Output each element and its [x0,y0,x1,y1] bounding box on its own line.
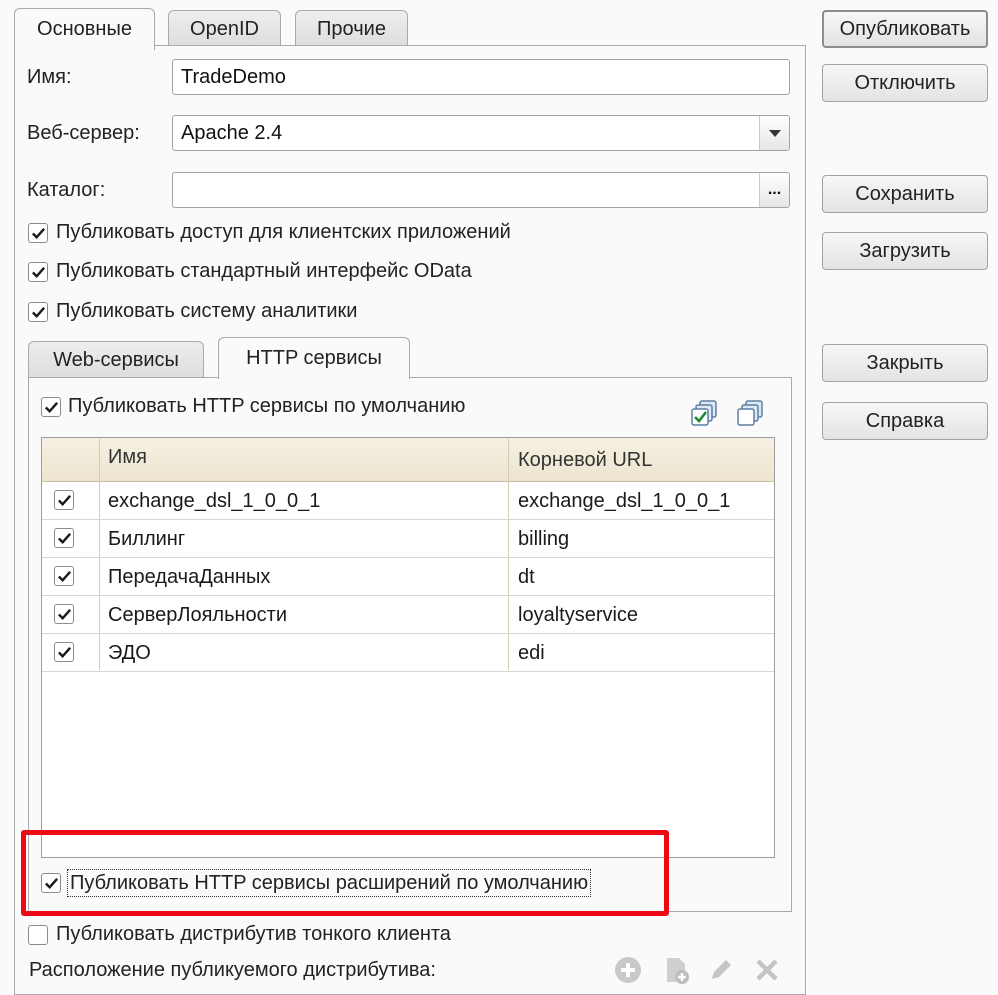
row-checkbox[interactable] [54,528,74,548]
browse-button[interactable]: ... [759,173,789,207]
row-checkbox[interactable] [54,566,74,586]
checkmark-icon [31,266,45,278]
row-url: billing [518,527,570,550]
tab-http-services[interactable]: HTTP сервисы [218,337,410,379]
tab-web-services[interactable]: Web-сервисы [28,341,204,379]
http-services-table[interactable]: Имя Корневой URL exchange_dsl_1_0_0_1 ex… [41,437,775,858]
row-checkbox[interactable] [54,604,74,624]
checkmark-icon [57,646,71,658]
thin-client-label: Публиковать дистрибутив тонкого клиента [56,923,451,945]
http-default-checkbox[interactable] [41,397,61,417]
delete-icon[interactable] [752,955,782,985]
close-icon [756,959,778,981]
http-extensions-label[interactable]: Публиковать HTTP сервисы расширений по у… [67,869,592,897]
odata-label: Публиковать стандартный интерфейс OData [56,260,472,282]
close-button[interactable]: Закрыть [822,344,988,382]
copy-icon[interactable] [660,955,692,985]
table-row[interactable]: Биллинг billing [42,520,774,558]
http-default-label: Публиковать HTTP сервисы по умолчанию [68,395,466,417]
table-row[interactable]: СерверЛояльности loyaltyservice [42,596,774,634]
row-name: exchange_dsl_1_0_0_1 [108,489,321,512]
name-field[interactable]: TradeDemo [172,59,790,95]
row-name: Биллинг [108,527,186,550]
edit-icon[interactable] [706,955,736,985]
table-row[interactable]: ПередачаДанных dt [42,558,774,596]
tab-other[interactable]: Прочие [295,10,408,48]
load-button-label: Загрузить [859,239,951,262]
disable-button-label: Отключить [854,71,956,94]
analytics-checkbox[interactable] [28,302,48,322]
pencil-icon [712,960,731,979]
distribution-location-label: Расположение публикуемого дистрибутива: [29,959,436,981]
check-all-icon[interactable] [690,398,720,428]
thin-client-checkbox[interactable] [28,925,48,945]
row-name: ЭДО [108,641,151,664]
checkmark-icon [57,608,71,620]
http-extensions-checkbox[interactable] [41,873,61,893]
chevron-down-icon [768,129,781,137]
check-all-icon-svg [691,400,717,426]
tab-openid[interactable]: OpenID [168,10,281,48]
copy-document-icon [667,958,689,984]
checkmark-icon [57,494,71,506]
add-icon[interactable] [612,955,644,985]
tab-web-services-label: Web-сервисы [53,349,179,371]
row-url: exchange_dsl_1_0_0_1 [518,489,731,512]
load-button[interactable]: Загрузить [822,232,988,270]
checkmark-icon [31,306,45,318]
help-button-label: Справка [865,409,945,432]
uncheck-all-icon-svg [737,400,763,426]
name-value: TradeDemo [181,65,286,88]
checkmark-icon [57,532,71,544]
name-label: Имя: [27,66,72,88]
help-button[interactable]: Справка [822,402,988,440]
table-row[interactable]: exchange_dsl_1_0_0_1 exchange_dsl_1_0_0_… [42,482,774,520]
tab-other-label: Прочие [317,18,386,40]
uncheck-all-icon[interactable] [736,398,766,428]
tab-openid-label: OpenID [190,18,259,40]
row-checkbox[interactable] [54,490,74,510]
row-url: dt [518,565,535,588]
analytics-label: Публиковать систему аналитики [56,300,358,322]
table-row[interactable]: ЭДО edi [42,634,774,672]
client-apps-label: Публиковать доступ для клиентских прилож… [56,221,511,243]
column-header-url[interactable]: Корневой URL [518,438,652,482]
checkmark-icon [31,227,45,239]
checkmark-icon [44,401,58,413]
save-button[interactable]: Сохранить [822,175,988,213]
tab-main[interactable]: Основные [14,8,155,50]
row-name: ПередачаДанных [108,565,271,588]
row-checkbox[interactable] [54,642,74,662]
column-header-name[interactable]: Имя [108,438,147,476]
tab-http-services-label: HTTP сервисы [246,347,382,369]
webserver-label: Веб-сервер: [27,122,140,144]
checkmark-icon [44,877,58,889]
webserver-value: Apache 2.4 [181,121,283,144]
publish-button-label: Опубликовать [839,17,971,40]
odata-checkbox[interactable] [28,262,48,282]
tab-main-label: Основные [37,18,132,40]
catalog-field[interactable]: ... [172,172,790,208]
save-button-label: Сохранить [855,182,955,205]
webserver-select[interactable]: Apache 2.4 [172,115,790,151]
catalog-label: Каталог: [27,179,106,201]
publish-button[interactable]: Опубликовать [822,10,988,48]
dropdown-button[interactable] [759,116,789,150]
browse-button-label: ... [767,181,782,198]
add-circle-icon [615,957,641,983]
row-url: edi [518,641,545,664]
row-name: СерверЛояльности [108,603,288,626]
row-url: loyaltyservice [518,603,639,626]
table-header: Имя Корневой URL [42,438,774,482]
client-apps-checkbox[interactable] [28,223,48,243]
disable-button[interactable]: Отключить [822,64,988,102]
close-button-label: Закрыть [866,351,944,374]
checkmark-icon [57,570,71,582]
